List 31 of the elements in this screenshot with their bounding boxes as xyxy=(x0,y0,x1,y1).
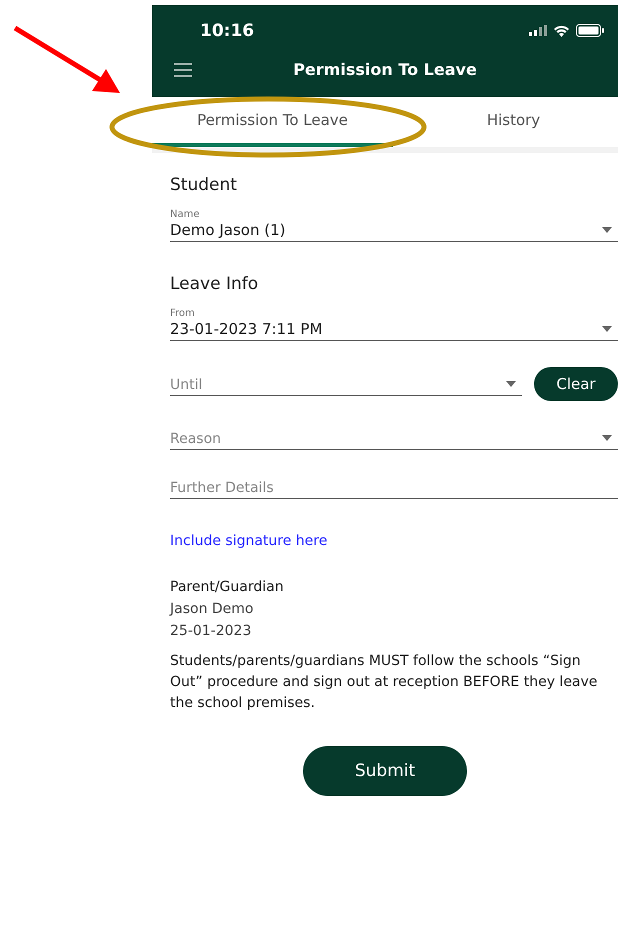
submit-button[interactable]: Submit xyxy=(303,746,467,796)
field-value: 23-01-2023 7:11 PM xyxy=(170,320,322,338)
menu-icon[interactable] xyxy=(174,63,192,78)
section-heading: Student xyxy=(170,175,238,195)
field-label: From xyxy=(170,308,196,319)
field-placeholder: Reason xyxy=(170,431,222,447)
dropdown-caret-icon xyxy=(506,380,516,386)
screen-title: Permission To Leave xyxy=(293,60,477,80)
signal-icon xyxy=(529,25,547,36)
signature-link[interactable]: Include signature here xyxy=(170,533,618,549)
section-heading: Leave Info xyxy=(170,274,260,294)
dropdown-field[interactable]: Until xyxy=(170,372,522,396)
status-time: 10:16 xyxy=(200,20,254,41)
clear-button[interactable]: Clear xyxy=(534,367,618,401)
dropdown-field[interactable]: From 23-01-2023 7:11 PM xyxy=(170,308,618,341)
dropdown-field[interactable]: Name Demo Jason (1) xyxy=(170,209,618,242)
battery-icon xyxy=(576,24,604,38)
parent-date: 25-01-2023 xyxy=(170,623,252,639)
field-placeholder: Until xyxy=(170,376,202,392)
notice-text: Students/parents/guardians MUST follow the schools “Sign Out” procedure and sign out at reception BEFORE they leave the school premises. xyxy=(170,652,598,713)
dropdown-caret-icon xyxy=(602,435,612,441)
field-label: Name xyxy=(170,209,201,220)
parent-name: Jason Demo xyxy=(170,601,254,617)
field-placeholder: Further Details xyxy=(170,480,274,496)
field-value: Demo Jason (1) xyxy=(170,221,286,239)
text-field[interactable]: Further Details xyxy=(170,476,618,499)
dropdown-caret-icon xyxy=(602,227,612,233)
dropdown-field[interactable]: Reason xyxy=(170,427,618,450)
wifi-icon xyxy=(553,24,570,37)
parent-heading: Parent/Guardian xyxy=(170,579,285,595)
dropdown-caret-icon xyxy=(602,326,612,332)
